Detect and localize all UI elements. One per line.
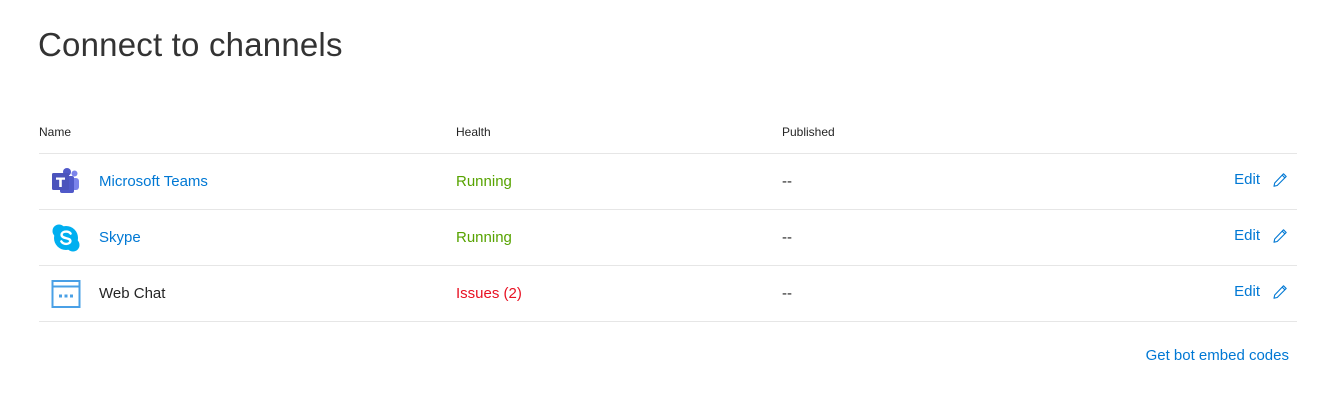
health-status: Issues (2) — [456, 285, 522, 302]
pencil-icon — [1273, 172, 1287, 187]
pencil-icon — [1273, 228, 1287, 243]
column-header-published: Published — [782, 125, 835, 139]
channel-name: Web Chat — [99, 285, 166, 302]
channel-name-link[interactable]: Skype — [99, 229, 141, 246]
get-bot-embed-codes-link[interactable]: Get bot embed codes — [1146, 347, 1289, 364]
edit-label: Edit — [1234, 171, 1260, 188]
edit-button[interactable]: Edit — [1234, 283, 1288, 300]
microsoft-teams-icon — [51, 167, 81, 197]
page-title: Connect to channels — [38, 26, 343, 63]
published-value: -- — [782, 285, 792, 302]
column-header-name: Name — [39, 125, 72, 139]
table-header: Name Health Published — [39, 117, 1297, 154]
health-status: Running — [456, 229, 512, 246]
table-row-skype: Skype Running -- Edit — [39, 210, 1297, 266]
edit-label: Edit — [1234, 283, 1260, 300]
published-value: -- — [782, 229, 792, 246]
web-chat-icon — [51, 279, 81, 309]
skype-icon — [51, 223, 81, 253]
edit-label: Edit — [1234, 227, 1260, 244]
channels-table: Name Health Published Microsoft Teams Ru… — [39, 117, 1297, 322]
pencil-icon — [1273, 284, 1287, 299]
published-value: -- — [782, 173, 792, 190]
column-header-health: Health — [456, 125, 491, 139]
health-status: Running — [456, 173, 512, 190]
edit-button[interactable]: Edit — [1234, 171, 1288, 188]
table-row-microsoft-teams: Microsoft Teams Running -- Edit — [39, 154, 1297, 210]
channel-name-link[interactable]: Microsoft Teams — [99, 173, 208, 190]
edit-button[interactable]: Edit — [1234, 227, 1288, 244]
table-row-web-chat: Web Chat Issues (2) -- Edit — [39, 266, 1297, 322]
